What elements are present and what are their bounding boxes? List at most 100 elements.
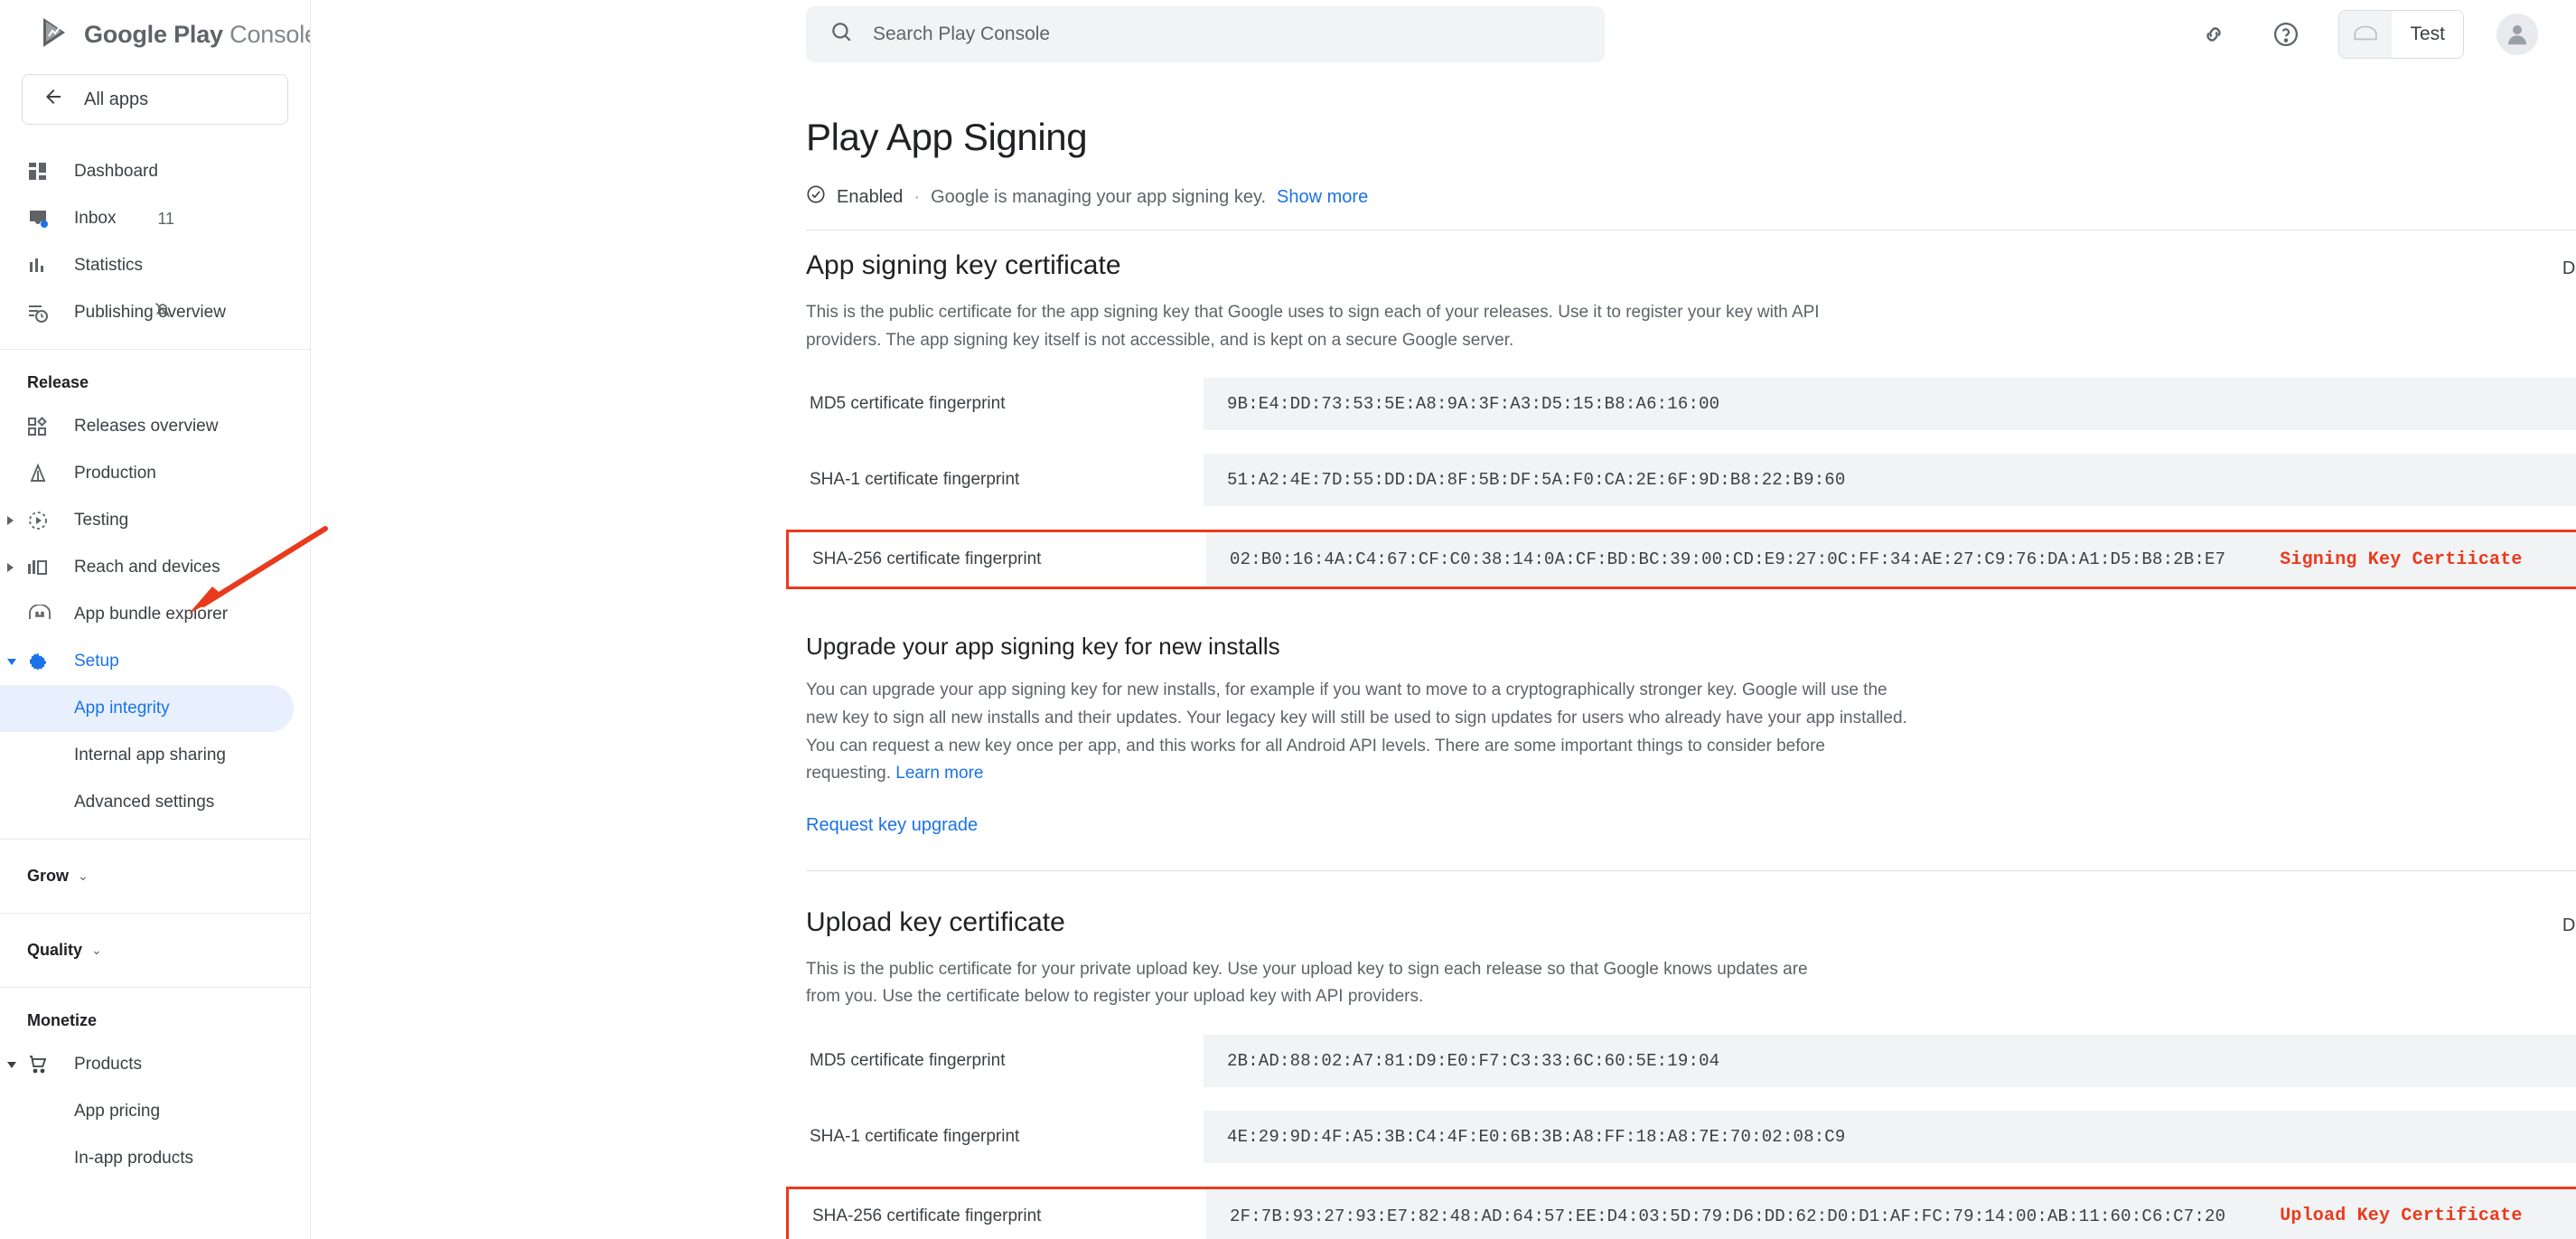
play-console-window: Google Play Console All apps Dashboard I… (0, 0, 2576, 1239)
fingerprint-label: SHA-256 certificate fingerprint (812, 549, 1042, 569)
request-key-upgrade-link[interactable]: Request key upgrade (806, 815, 2576, 836)
sidebar-item-testing[interactable]: Testing (0, 497, 310, 544)
fingerprint-value-wrap: 02:B0:16:4A:C4:67:CF:C0:38:14:0A:CF:BD:B… (1206, 532, 2576, 587)
signing-key-annotation: Signing Key Certiicate (2280, 549, 2523, 570)
fingerprint-value: 4E:29:9D:4F:A5:3B:C4:4F:E0:6B:3B:A8:FF:1… (1204, 1110, 2576, 1163)
download-certificate-button[interactable]: Download certificate (2562, 913, 2576, 938)
sidebar-section-grow[interactable]: Grow ⌄ (0, 852, 310, 900)
fingerprint-label: MD5 certificate fingerprint (810, 1050, 1006, 1070)
fingerprint-value: 51:A2:4E:7D:55:DD:DA:8F:5B:DF:5A:F0:CA:2… (1204, 454, 2576, 507)
sidebar-item-label: Dashboard (74, 162, 158, 181)
sidebar-divider (0, 913, 310, 914)
sidebar-item-statistics[interactable]: Statistics (0, 242, 310, 289)
sidebar-item-products[interactable]: Products (0, 1041, 310, 1088)
sidebar-divider (0, 839, 310, 840)
fingerprint-label: SHA-256 certificate fingerprint (812, 1206, 1042, 1225)
android-icon (2339, 11, 2393, 58)
sidebar-subitem-label: Internal app sharing (74, 746, 226, 765)
upgrade-description: You can upgrade your app signing key for… (806, 677, 1908, 788)
link-icon[interactable] (2194, 14, 2234, 54)
sidebar-subitem-label: Advanced settings (74, 793, 215, 812)
app-name-label: Test (2410, 23, 2445, 44)
sidebar-item-app-bundle-explorer[interactable]: App bundle explorer (0, 591, 310, 638)
fingerprint-row: SHA-1 certificate fingerprint 4E:29:9D:4… (806, 1110, 2576, 1163)
sidebar-item-in-app-products[interactable]: In-app products (0, 1135, 310, 1182)
top-bar-actions: Test (2194, 10, 2538, 59)
bell-off-icon[interactable] (153, 300, 173, 325)
app-bundle-icon (27, 605, 58, 624)
fingerprint-value: 02:B0:16:4A:C4:67:CF:C0:38:14:0A:CF:BD:B… (1230, 549, 2226, 570)
fingerprint-label: MD5 certificate fingerprint (810, 394, 1006, 414)
sidebar-item-dashboard[interactable]: Dashboard (0, 148, 310, 195)
sidebar-item-app-integrity[interactable]: App integrity (0, 685, 294, 732)
arrow-back-icon (42, 86, 64, 113)
inbox-badge-count: 11 (157, 209, 174, 228)
top-bar: Search Play Console Test (311, 0, 2576, 69)
sidebar-subitem-label: In-app products (74, 1149, 194, 1168)
sidebar-item-internal-app-sharing[interactable]: Internal app sharing (0, 732, 310, 779)
brand-google-play: Google Play (84, 20, 223, 48)
sidebar-subitem-label: App integrity (74, 699, 170, 718)
section-title: Upload key certificate (806, 907, 1065, 938)
sidebar-item-app-pricing[interactable]: App pricing (0, 1088, 310, 1135)
sidebar-item-advanced-settings[interactable]: Advanced settings (0, 779, 310, 826)
app-signing-section-header: App signing key certificate Download cer… (806, 250, 2576, 281)
brand-logo-area[interactable]: Google Play Console (42, 16, 310, 53)
sidebar-item-label: Testing (74, 511, 129, 530)
sidebar-section-release: Release (27, 373, 89, 391)
signing-status: Enabled · Google is managing your app si… (806, 184, 2576, 210)
learn-more-link[interactable]: Learn more (895, 764, 983, 783)
status-separator: · (913, 186, 921, 207)
app-selector-chip[interactable]: Test (2338, 10, 2464, 59)
fingerprint-row: SHA-1 certificate fingerprint 51:A2:4E:7… (806, 454, 2576, 507)
download-certificate-label: Download certificate (2562, 915, 2576, 935)
search-input[interactable]: Search Play Console (806, 6, 1605, 62)
sidebar-item-releases-overview[interactable]: Releases overview (0, 403, 310, 450)
all-apps-label: All apps (84, 89, 149, 109)
collapse-caret-icon[interactable] (7, 658, 16, 665)
sidebar-subitem-label: App pricing (74, 1102, 161, 1121)
sidebar-item-setup[interactable]: Setup (0, 638, 310, 685)
testing-icon (27, 510, 58, 531)
sidebar-item-label: Products (74, 1055, 142, 1074)
reach-devices-icon (27, 557, 58, 578)
main-area: Search Play Console Test Play App Signin… (311, 0, 2576, 1239)
download-certificate-button[interactable]: Download certificate (2562, 256, 2576, 281)
dashboard-icon (27, 161, 58, 183)
cart-icon (27, 1054, 58, 1075)
sidebar-item-production[interactable]: Production (0, 450, 310, 497)
page-content: Play App Signing Enabled · Google is man… (311, 69, 2576, 1239)
primary-nav: Dashboard Inbox 11 Statistics Publishing… (0, 125, 310, 1182)
section-title: App signing key certificate (806, 250, 1121, 281)
sidebar-item-label: Statistics (74, 256, 144, 275)
sidebar-item-publishing-overview[interactable]: Publishing overview (0, 289, 310, 336)
fingerprint-row-highlighted: SHA-256 certificate fingerprint 2F:7B:93… (786, 1186, 2576, 1239)
inbox-icon (27, 208, 58, 230)
fingerprint-value: 9B:E4:DD:73:53:5E:A8:9A:3F:A3:D5:15:B8:A… (1204, 378, 2576, 431)
publishing-overview-icon (27, 302, 58, 324)
statistics-icon (27, 255, 58, 277)
upgrade-section-title: Upgrade your app signing key for new ins… (806, 633, 1280, 661)
section-description: This is the public certificate for your … (806, 960, 1808, 1007)
section-description: This is the public certificate for the a… (806, 303, 1820, 350)
upload-key-section-header: Upload key certificate Download certific… (806, 907, 2576, 938)
page-title: Play App Signing (806, 116, 1088, 159)
show-more-link[interactable]: Show more (1277, 187, 1368, 208)
sidebar-item-inbox[interactable]: Inbox 11 (0, 195, 310, 242)
sidebar-section-label: Quality (27, 941, 83, 959)
download-certificate-label: Download certificate (2562, 258, 2576, 278)
all-apps-button[interactable]: All apps (22, 74, 288, 125)
sidebar-divider (0, 349, 310, 350)
collapse-caret-icon[interactable] (7, 1061, 16, 1068)
avatar[interactable] (2496, 14, 2538, 55)
setup-gear-icon (27, 651, 58, 672)
sidebar-item-label: Production (74, 464, 156, 483)
sidebar-item-label: Setup (74, 652, 119, 671)
search-icon (829, 20, 853, 49)
sidebar-section-quality[interactable]: Quality ⌄ (0, 926, 310, 974)
help-circle-icon[interactable] (2266, 14, 2306, 54)
hamburger-icon[interactable] (20, 16, 29, 52)
sidebar-item-reach-and-devices[interactable]: Reach and devices (0, 544, 310, 591)
expand-caret-icon[interactable] (7, 563, 14, 572)
expand-caret-icon[interactable] (7, 516, 14, 525)
